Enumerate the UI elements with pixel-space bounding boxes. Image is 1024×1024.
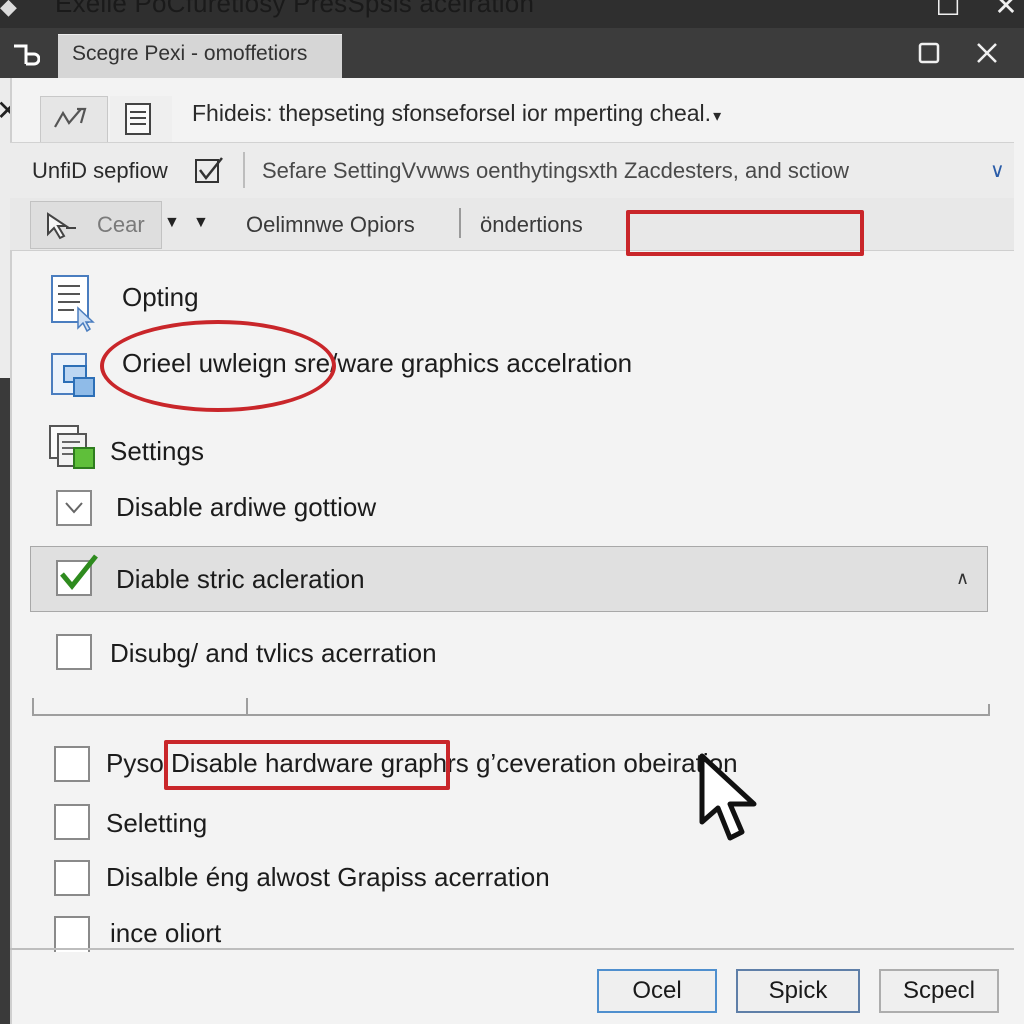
footer-divider	[10, 948, 1014, 950]
option-label: Disable ardiwe gottiow	[116, 492, 377, 522]
outer-window-title: Exelle PoCfuretiosy PresSpsis acelration	[55, 0, 535, 18]
cursor-select-icon	[44, 210, 78, 247]
toolbar-label: UnfiD sepfiow	[32, 158, 168, 183]
dropdown-arrow-icon[interactable]: ▼	[193, 214, 209, 232]
settings-pages-icon	[48, 424, 95, 474]
checkbox-checked[interactable]	[56, 554, 98, 596]
separator	[32, 714, 990, 716]
app-logo-icon	[10, 40, 41, 70]
toolbar-settings-text: Sefare SettingVvwws oenthytingsxth Zacde…	[262, 158, 849, 183]
apply-button[interactable]: Spick	[736, 969, 860, 1013]
checkmark-icon[interactable]	[194, 156, 223, 183]
separator-tick	[32, 698, 34, 714]
option-label: Disubg/ and tvlics acerration	[110, 638, 437, 668]
separator-tick	[988, 704, 990, 716]
checkbox[interactable]	[54, 746, 90, 782]
close-icon[interactable]: ✕	[986, 0, 1024, 20]
checkbox[interactable]	[54, 860, 90, 896]
checkbox[interactable]	[54, 916, 90, 952]
option-label: Seletting	[106, 808, 208, 838]
tab-label: Scegre Pexi - omoffetiors	[72, 42, 308, 65]
address-field[interactable]: Fhideis: thepseting sfonseforsel ior mpe…	[192, 100, 721, 127]
annotation-highlight-box	[164, 740, 450, 790]
toolbar-divider	[459, 208, 461, 238]
option-label: Opting	[122, 282, 199, 312]
window-stack-icon	[50, 348, 95, 398]
chevron-down-icon[interactable]: ◆	[0, 0, 17, 20]
dropdown-arrow-icon[interactable]: ▼	[164, 214, 180, 232]
ok-button[interactable]: Ocel	[597, 969, 717, 1013]
separator-tick	[246, 698, 248, 714]
checkbox[interactable]	[54, 804, 90, 840]
toolbar-divider	[243, 152, 245, 188]
document-icon[interactable]	[110, 96, 172, 142]
mouse-cursor-icon	[696, 752, 764, 844]
chevron-down-icon[interactable]: ▾	[713, 108, 721, 125]
clear-label: Cear	[97, 212, 145, 237]
option-label: Diable stric acleration	[116, 564, 365, 594]
annotation-highlight-box	[626, 210, 864, 256]
checkbox[interactable]	[56, 634, 92, 670]
chevron-up-icon[interactable]: ∧	[956, 568, 969, 589]
edit-button[interactable]	[40, 96, 108, 144]
option-label: Disalble éng alwost Grapiss acerration	[106, 862, 550, 892]
dropdown-checkbox[interactable]	[56, 490, 92, 526]
conditions-menu[interactable]: öndertions	[480, 212, 583, 238]
maximize-icon[interactable]	[914, 38, 944, 68]
cancel-button[interactable]: Scpecl	[879, 969, 999, 1013]
document-cursor-icon	[48, 274, 95, 333]
maximize-icon[interactable]: ☐	[928, 0, 968, 20]
chevron-down-icon[interactable]: ∨	[990, 158, 1005, 183]
option-label: ince oliort	[110, 918, 222, 948]
options-menu[interactable]: Oelimnwe Opiors	[246, 212, 415, 238]
close-icon[interactable]	[972, 38, 1002, 68]
option-label: Settings	[110, 436, 204, 466]
address-text: Fhideis: thepseting sfonseforsel ior mpe…	[192, 100, 712, 126]
annotation-highlight-oval	[100, 320, 336, 412]
